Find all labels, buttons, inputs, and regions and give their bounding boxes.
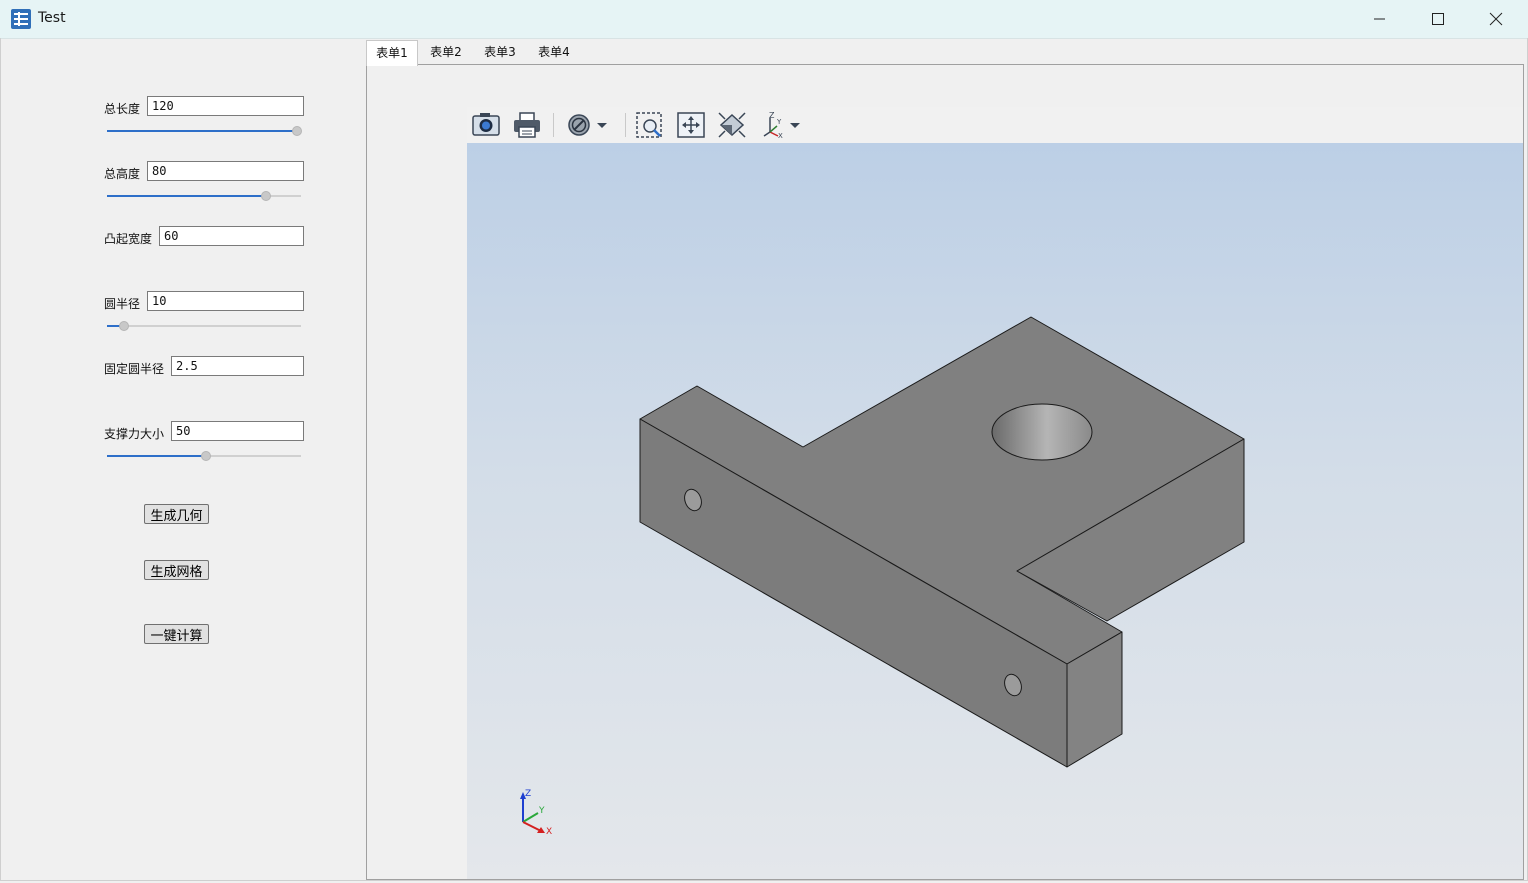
view-axis-icon: Z Y X (763, 111, 800, 140)
zoom-window-icon (636, 112, 662, 138)
maximize-button[interactable] (1409, 0, 1467, 38)
screenshot-button[interactable] (470, 110, 502, 140)
triad-x-label: X (546, 827, 552, 837)
pan-button[interactable] (675, 110, 707, 140)
slider-fill (107, 455, 206, 457)
fit-all-icon (718, 112, 746, 138)
slider-thumb[interactable] (200, 451, 211, 461)
maximize-icon (1432, 13, 1444, 25)
title-bar: Test (0, 0, 1528, 39)
minimize-icon (1374, 18, 1385, 20)
slider-thumb[interactable] (292, 126, 303, 136)
boss-width-label: 凸起宽度 (104, 232, 153, 246)
close-button[interactable] (1467, 0, 1525, 38)
one-click-compute-button[interactable]: 一键计算 (144, 624, 209, 644)
3d-viewer: Z Y X Z Y X (467, 107, 1523, 879)
circle-radius-input[interactable]: 10 (147, 291, 304, 311)
fit-all-button[interactable] (716, 110, 748, 140)
view-axis-dropdown[interactable]: Z Y X (760, 110, 808, 140)
support-force-label: 支撑力大小 (104, 427, 165, 441)
svg-text:X: X (778, 132, 783, 140)
total-length-input[interactable]: 120 (147, 96, 304, 116)
total-height-input[interactable]: 80 (147, 161, 304, 181)
triad-z-label: Z (525, 789, 531, 799)
tab-form2[interactable]: 表单2 (422, 40, 470, 64)
toolbar-separator (553, 113, 554, 137)
3d-model-canvas: Z Y X (520, 316, 1245, 837)
support-force-slider[interactable] (107, 451, 301, 461)
circle-radius-slider[interactable] (107, 321, 301, 331)
bore-hole (991, 403, 1093, 461)
slider-thumb[interactable] (119, 321, 130, 331)
generate-mesh-button[interactable]: 生成网格 (144, 560, 209, 580)
slider-thumb[interactable] (261, 191, 272, 201)
app-icon (11, 9, 31, 29)
fixed-circle-radius-input[interactable]: 2.5 (171, 356, 304, 376)
total-height-slider[interactable] (107, 191, 301, 201)
tab-form4[interactable]: 表单4 (530, 40, 578, 64)
triad-y-label: Y (538, 806, 545, 816)
axis-triad: Z Y X (520, 789, 552, 837)
viewer-toolbar: Z Y X (467, 107, 1523, 144)
total-length-label: 总长度 (104, 102, 141, 116)
print-icon (514, 112, 540, 138)
camera-icon (472, 113, 500, 136)
toolbar-separator (625, 113, 626, 137)
circle-radius-label: 圆半径 (104, 297, 141, 311)
3d-viewport[interactable]: Z Y X (467, 143, 1523, 879)
bracket-part (639, 316, 1245, 768)
print-button[interactable] (511, 110, 543, 140)
pan-icon (677, 112, 705, 138)
fixed-circle-radius-label: 固定圆半径 (104, 362, 165, 376)
tab-form1[interactable]: 表单1 (366, 40, 418, 66)
generate-geometry-button[interactable]: 生成几何 (144, 504, 209, 524)
support-force-input[interactable]: 50 (171, 421, 304, 441)
display-mode-icon (568, 114, 607, 136)
slider-fill (107, 130, 298, 132)
slider-track (107, 325, 301, 327)
minimize-button[interactable] (1351, 0, 1409, 38)
slider-fill (107, 195, 267, 197)
tab-form3[interactable]: 表单3 (476, 40, 524, 64)
zoom-window-button[interactable] (634, 110, 666, 140)
boss-width-input[interactable]: 60 (159, 226, 304, 246)
svg-text:Y: Y (776, 118, 782, 126)
total-height-label: 总高度 (104, 167, 141, 181)
close-icon (1489, 12, 1503, 26)
window-title: Test (38, 10, 66, 26)
total-length-slider[interactable] (107, 126, 303, 136)
display-mode-dropdown[interactable] (563, 110, 613, 140)
svg-text:Z: Z (769, 111, 775, 120)
